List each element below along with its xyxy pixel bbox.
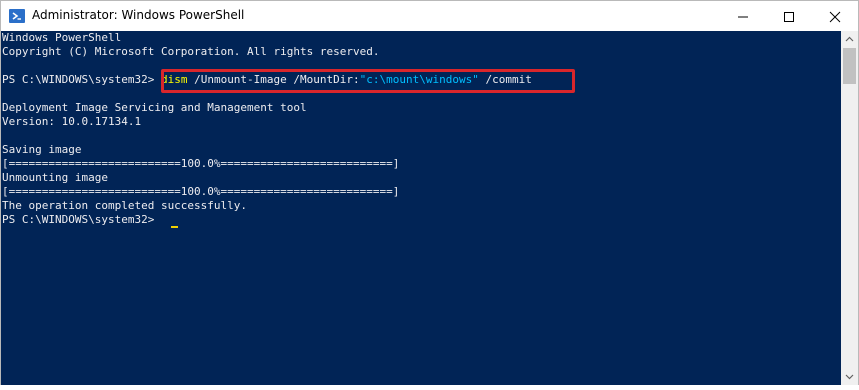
text-cursor [171, 226, 178, 228]
vertical-scrollbar[interactable] [841, 31, 858, 385]
maximize-icon [784, 12, 794, 22]
prompt: PS C:\WINDOWS\system32> [2, 73, 161, 86]
scroll-down-button[interactable] [841, 368, 858, 385]
close-icon [829, 11, 841, 23]
saving-line: Saving image [2, 143, 82, 156]
copyright-line: Copyright (C) Microsoft Corporation. All… [2, 45, 380, 58]
version-line: Version: 10.0.17134.1 [2, 115, 142, 128]
success-line: The operation completed successfully. [2, 199, 248, 212]
tool-name-line: Deployment Image Servicing and Managemen… [2, 101, 307, 114]
console-area[interactable]: Windows PowerShell Copyright (C) Microso… [1, 31, 841, 385]
window-title: Administrator: Windows PowerShell [32, 8, 245, 22]
final-prompt: PS C:\WINDOWS\system32> [2, 213, 161, 226]
minimize-icon [738, 16, 748, 18]
close-button[interactable] [812, 1, 858, 31]
header-line: Windows PowerShell [2, 31, 122, 44]
progress-unmounting: [==========================100.0%=======… [2, 185, 400, 198]
scroll-up-button[interactable] [841, 31, 858, 48]
chevron-down-icon [845, 374, 854, 380]
progress-saving: [==========================100.0%=======… [2, 157, 400, 170]
command-highlight-box [161, 69, 575, 93]
unmounting-line: Unmounting image [2, 171, 108, 184]
scroll-thumb[interactable] [843, 48, 856, 84]
chevron-up-icon [845, 36, 854, 42]
powershell-window: Administrator: Windows PowerShell Window… [0, 0, 859, 385]
powershell-icon [9, 9, 25, 23]
title-bar[interactable]: Administrator: Windows PowerShell [1, 1, 858, 31]
minimize-button[interactable] [720, 1, 766, 31]
maximize-button[interactable] [766, 1, 812, 31]
